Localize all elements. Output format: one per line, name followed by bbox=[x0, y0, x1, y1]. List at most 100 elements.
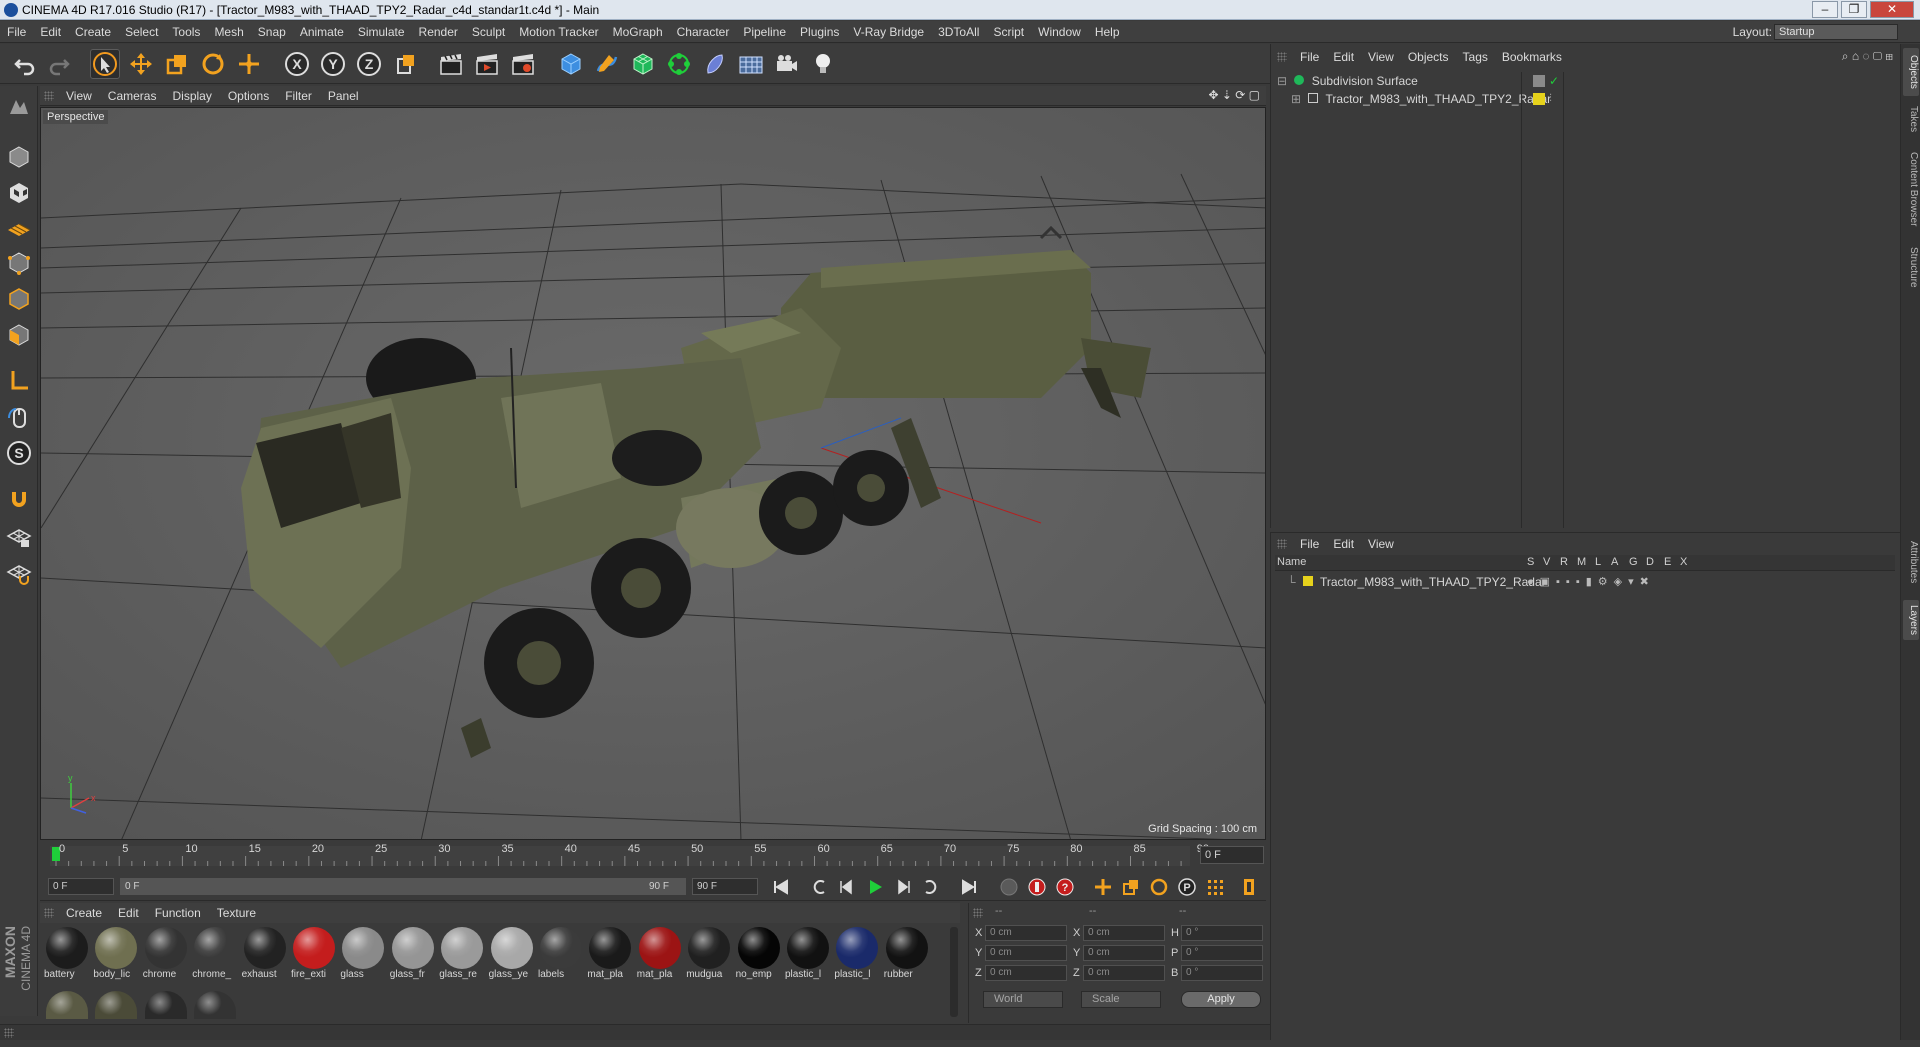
viewport-menu-filter[interactable]: Filter bbox=[277, 86, 320, 106]
tab-takes[interactable]: Takes bbox=[1903, 102, 1919, 136]
panel-grip[interactable] bbox=[4, 1028, 14, 1038]
render-to-picture-viewer-button[interactable] bbox=[472, 49, 502, 79]
material-swatch[interactable]: rubber bbox=[884, 927, 930, 983]
column-render[interactable]: R bbox=[1560, 556, 1568, 568]
redo-button[interactable] bbox=[44, 49, 74, 79]
tab-content-browser[interactable]: Content Browser bbox=[1903, 144, 1919, 234]
menu-help[interactable]: Help bbox=[1088, 21, 1127, 43]
pos-y-field[interactable]: 0 cm bbox=[985, 945, 1067, 961]
live-selection-button[interactable] bbox=[90, 49, 120, 79]
autokeying-button[interactable]: ? bbox=[1052, 875, 1078, 899]
light-button[interactable] bbox=[808, 49, 838, 79]
3d-viewport[interactable]: y x Perspective Grid Spacing : 100 cm bbox=[40, 107, 1266, 840]
viewport-camera-label[interactable]: Perspective bbox=[43, 110, 109, 124]
key-parameter-button[interactable]: P bbox=[1174, 875, 1200, 899]
material-swatch[interactable]: plastic_l bbox=[785, 927, 831, 983]
tab-objects[interactable]: Objects bbox=[1903, 48, 1919, 96]
axis-mode-button[interactable] bbox=[4, 366, 34, 396]
menu-window[interactable]: Window bbox=[1031, 21, 1088, 43]
menu-tools[interactable]: Tools bbox=[165, 21, 207, 43]
panel-grip[interactable] bbox=[44, 908, 54, 918]
z-axis-lock-button[interactable]: Z bbox=[354, 49, 384, 79]
layer-row[interactable]: └ Tractor_M983_with_THAAD_TPY2_Radar ●▣▪… bbox=[1275, 573, 1895, 591]
close-button[interactable]: ✕ bbox=[1870, 1, 1914, 18]
polygons-mode-button[interactable] bbox=[4, 320, 34, 350]
object-row-tractor[interactable]: ⊞ Tractor_M983_with_THAAD_TPY2_Radar ⁚ bbox=[1277, 90, 1897, 108]
objects-menu-tags[interactable]: Tags bbox=[1456, 48, 1495, 66]
material-swatch[interactable]: chrome_ bbox=[192, 927, 238, 983]
key-rotation-button[interactable] bbox=[1146, 875, 1172, 899]
objects-menu-edit[interactable]: Edit bbox=[1326, 48, 1361, 66]
menu-motion-tracker[interactable]: Motion Tracker bbox=[512, 21, 605, 43]
menu-animate[interactable]: Animate bbox=[293, 21, 351, 43]
size-mode-dropdown[interactable]: Scale bbox=[1081, 991, 1161, 1008]
column-xref[interactable]: X bbox=[1680, 556, 1687, 568]
column-expressions[interactable]: E bbox=[1664, 556, 1671, 568]
menu-script[interactable]: Script bbox=[986, 21, 1031, 43]
menu-select[interactable]: Select bbox=[118, 21, 165, 43]
layers-menu-view[interactable]: View bbox=[1361, 535, 1401, 553]
viewport-menu-cameras[interactable]: Cameras bbox=[100, 86, 165, 106]
panel-grip[interactable] bbox=[973, 908, 983, 918]
record-keys-disabled-button[interactable] bbox=[996, 875, 1022, 899]
material-scrollbar[interactable] bbox=[950, 927, 958, 1017]
start-frame-field[interactable]: 0 F bbox=[48, 878, 114, 895]
y-axis-lock-button[interactable]: Y bbox=[318, 49, 348, 79]
move-tool-button[interactable] bbox=[126, 49, 156, 79]
menu-snap[interactable]: Snap bbox=[251, 21, 293, 43]
material-swatch[interactable]: battery bbox=[44, 927, 90, 983]
current-frame-field[interactable]: 0 F bbox=[1200, 846, 1264, 864]
menu-plugins[interactable]: Plugins bbox=[793, 21, 846, 43]
layers-menu-file[interactable]: File bbox=[1293, 535, 1326, 553]
material-menu-create[interactable]: Create bbox=[58, 903, 110, 923]
scale-tool-button[interactable] bbox=[162, 49, 192, 79]
object-row-subdivision[interactable]: ⊟ Subdivision Surface ✓ bbox=[1277, 72, 1897, 90]
objects-menu-objects[interactable]: Objects bbox=[1401, 48, 1456, 66]
viewport-menu-options[interactable]: Options bbox=[220, 86, 277, 106]
objects-menu-view[interactable]: View bbox=[1361, 48, 1401, 66]
frame-ruler[interactable]: 051015202530354045505560657075808590 bbox=[50, 842, 1209, 868]
visibility-toggle-icon[interactable] bbox=[1533, 75, 1545, 87]
material-menu-function[interactable]: Function bbox=[147, 903, 209, 923]
go-to-start-button[interactable] bbox=[768, 875, 794, 899]
previous-keyframe-button[interactable] bbox=[806, 875, 832, 899]
preview-range-slider[interactable]: 0 F 90 F bbox=[120, 878, 686, 895]
layout-select[interactable]: Startup bbox=[1774, 24, 1898, 40]
render-view-button[interactable] bbox=[436, 49, 466, 79]
column-deformers[interactable]: D bbox=[1646, 556, 1654, 568]
menu-sculpt[interactable]: Sculpt bbox=[465, 21, 512, 43]
material-swatch[interactable]: mat_pla bbox=[587, 927, 633, 983]
column-animation[interactable]: A bbox=[1611, 556, 1618, 568]
material-swatch[interactable]: body_lic bbox=[93, 927, 139, 983]
key-pla-button[interactable] bbox=[1202, 875, 1228, 899]
material-swatch[interactable]: mat_pla bbox=[637, 927, 683, 983]
floor-button[interactable] bbox=[736, 49, 766, 79]
menu-simulate[interactable]: Simulate bbox=[351, 21, 412, 43]
column-locked[interactable]: L bbox=[1595, 556, 1601, 568]
viewport-menu-panel[interactable]: Panel bbox=[320, 86, 367, 106]
record-active-objects-button[interactable] bbox=[1024, 875, 1050, 899]
size-y-field[interactable]: 0 cm bbox=[1083, 945, 1165, 961]
pos-x-field[interactable]: 0 cm bbox=[985, 925, 1067, 941]
rot-h-field[interactable]: 0 ° bbox=[1181, 925, 1263, 941]
grid-snap-button[interactable] bbox=[4, 558, 34, 588]
menu-mesh[interactable]: Mesh bbox=[207, 21, 250, 43]
model-mode-button[interactable] bbox=[4, 142, 34, 172]
go-to-end-button[interactable] bbox=[956, 875, 982, 899]
camera-button[interactable] bbox=[772, 49, 802, 79]
material-swatch[interactable]: no_emp bbox=[736, 927, 782, 983]
menu-file[interactable]: File bbox=[0, 21, 33, 43]
objects-menu-bookmarks[interactable]: Bookmarks bbox=[1495, 48, 1569, 66]
timeline-window-button[interactable] bbox=[1236, 875, 1262, 899]
menu-edit[interactable]: Edit bbox=[33, 21, 68, 43]
material-swatch[interactable]: labels bbox=[538, 927, 584, 983]
coordinate-mode-dropdown[interactable]: World bbox=[983, 991, 1063, 1008]
viewport-menu-display[interactable]: Display bbox=[164, 86, 219, 106]
key-position-button[interactable] bbox=[1090, 875, 1116, 899]
key-scale-button[interactable] bbox=[1118, 875, 1144, 899]
render-settings-button[interactable] bbox=[508, 49, 538, 79]
mograph-cloner-button[interactable] bbox=[664, 49, 694, 79]
column-name[interactable]: Name bbox=[1277, 556, 1306, 568]
menu-create[interactable]: Create bbox=[68, 21, 118, 43]
subdivision-surface-button[interactable] bbox=[628, 49, 658, 79]
